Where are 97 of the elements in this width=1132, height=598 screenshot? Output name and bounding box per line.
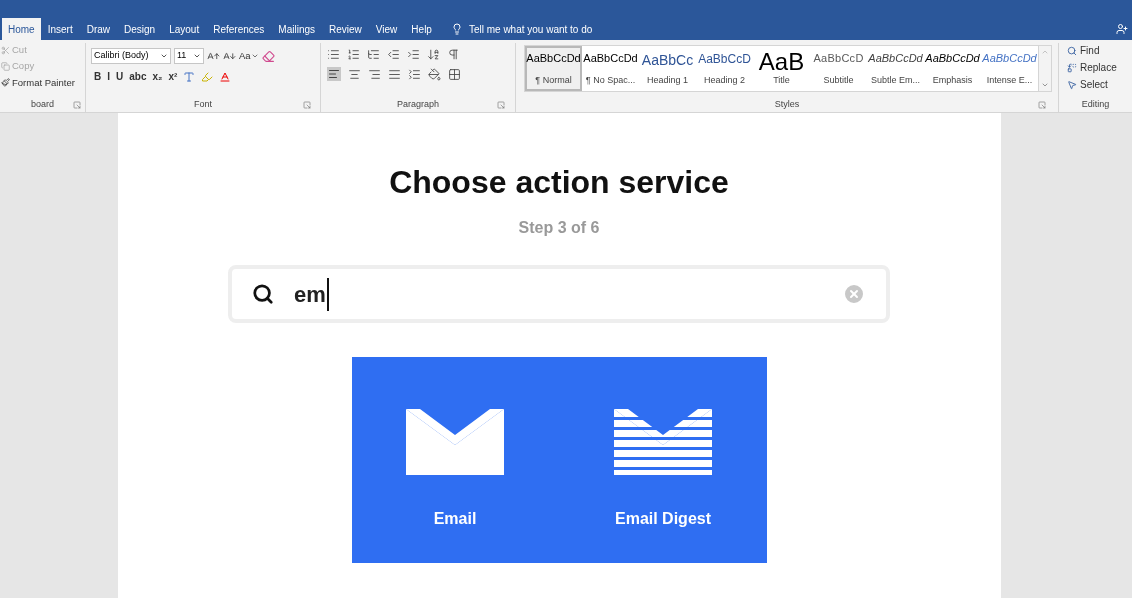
bullets-icon[interactable]: [327, 48, 340, 61]
editing-button[interactable]: Replace: [1067, 60, 1124, 75]
clipboard-icon: [1, 45, 10, 55]
multilevel-list-icon[interactable]: [367, 48, 380, 61]
ribbon-tab[interactable]: Design: [117, 18, 163, 40]
style-name: Heading 1: [646, 73, 688, 87]
style-sample: AaBbCcDd: [583, 51, 638, 66]
gallery-scrollbar[interactable]: [1038, 46, 1051, 91]
style-sample: AaBbCcD: [698, 51, 751, 68]
style-gallery-item[interactable]: AaBbCcDd Subtle Em...: [867, 46, 924, 91]
clipboard-icon: [1, 78, 10, 88]
format-button[interactable]: I: [107, 69, 110, 84]
style-gallery-item[interactable]: AaBbCcDd ¶ Normal: [525, 46, 582, 91]
striped-envelope-icon: [614, 409, 712, 475]
caret-icon: [250, 52, 259, 60]
service-tile[interactable]: Email Digest: [614, 409, 712, 531]
style-name: Subtitle: [823, 73, 854, 87]
style-gallery-item[interactable]: AaBbCcD Subtitle: [810, 46, 867, 91]
clipboard-icon: [1, 61, 10, 71]
style-sample: AaBbCcDd: [526, 51, 581, 66]
justify-icon[interactable]: [388, 67, 401, 81]
caret-icon: [193, 52, 201, 60]
envelope-icon: [406, 409, 504, 475]
search-icon: [252, 283, 274, 305]
style-sample: AaB: [758, 50, 805, 74]
style-sample: AaBbCc: [641, 51, 694, 70]
format-button[interactable]: B: [94, 69, 102, 84]
style-name: Emphasis: [932, 73, 973, 87]
caret-icon: [160, 52, 168, 60]
borders-icon[interactable]: [448, 67, 461, 81]
ribbon-tab[interactable]: Draw: [79, 18, 118, 40]
style-name: Intense E...: [986, 73, 1033, 87]
change-case-button[interactable]: Aa: [239, 48, 259, 64]
format-button[interactable]: x²: [168, 69, 178, 84]
shading-icon[interactable]: [428, 67, 441, 81]
service-tile[interactable]: Email: [406, 409, 504, 531]
align-center-icon[interactable]: [348, 67, 361, 81]
font-family-dropdown[interactable]: Calibri (Body): [91, 48, 171, 64]
lightbulb-icon: [450, 23, 463, 35]
replace-icon: [1067, 62, 1077, 73]
numbering-icon[interactable]: [347, 48, 360, 61]
ribbon-tab[interactable]: Review: [322, 18, 369, 40]
style-name: ¶ Normal: [535, 73, 572, 87]
clipboard-button[interactable]: Format Painter: [1, 75, 85, 90]
font-color-icon[interactable]: [219, 70, 232, 83]
group-label: Paragraph: [397, 98, 439, 112]
style-gallery-item[interactable]: AaB Title: [753, 46, 810, 91]
ribbon-tab[interactable]: View: [368, 18, 405, 40]
group-label: Editing: [1081, 98, 1110, 112]
step-indicator: Step 3 of 6: [518, 218, 600, 238]
decrease-indent-icon[interactable]: [387, 48, 400, 61]
service-name: Email Digest: [615, 509, 711, 529]
group-label: Styles: [774, 98, 800, 112]
group-label: Font: [194, 98, 212, 112]
style-gallery-item[interactable]: AaBbCcDd ¶ No Spac...: [582, 46, 639, 91]
editing-button[interactable]: Find: [1067, 43, 1124, 58]
format-button[interactable]: abc: [129, 69, 147, 84]
align-left-button[interactable]: [327, 67, 341, 81]
ribbon-tab[interactable]: Help: [404, 18, 439, 40]
ribbon-tab[interactable]: Layout: [162, 18, 207, 40]
format-button[interactable]: x₂: [152, 69, 163, 84]
sort-icon[interactable]: [427, 48, 440, 61]
style-name: Heading 2: [703, 73, 745, 87]
line-spacing-icon[interactable]: [408, 67, 421, 81]
style-sample: AaBbCcDd: [868, 51, 923, 66]
editing-button[interactable]: Select: [1067, 77, 1124, 92]
ribbon-tab[interactable]: Insert: [40, 18, 80, 40]
service-name: Email: [433, 509, 477, 529]
share-icon[interactable]: [1116, 23, 1128, 35]
font-size-dropdown[interactable]: 11: [174, 48, 204, 64]
tell-me-field[interactable]: Tell me what you want to do: [468, 21, 593, 37]
align-right-icon[interactable]: [368, 67, 381, 81]
ribbon-tab[interactable]: Home: [2, 18, 41, 40]
style-name: Subtle Em...: [871, 73, 920, 87]
page-heading: Choose action service: [389, 163, 729, 202]
clear-formatting-icon[interactable]: [261, 49, 275, 63]
style-gallery-item[interactable]: AaBbCcD Heading 2: [696, 46, 753, 91]
style-gallery-item[interactable]: AaBbCcDd Intense E...: [981, 46, 1038, 91]
scroll-down-icon[interactable]: [1041, 81, 1049, 89]
ribbon-tab[interactable]: References: [206, 18, 272, 40]
style-gallery-item[interactable]: AaBbCc Heading 1: [639, 46, 696, 91]
style-gallery-item[interactable]: AaBbCcDd Emphasis: [924, 46, 981, 91]
increase-indent-icon[interactable]: [407, 48, 420, 61]
style-name: ¶ No Spac...: [585, 73, 636, 87]
pilcrow-icon[interactable]: [447, 48, 460, 61]
style-sample: AaBbCcDd: [925, 51, 980, 66]
pointer-icon: [1067, 79, 1077, 90]
style-sample: AaBbCcDd: [982, 51, 1037, 66]
format-button[interactable]: U: [116, 69, 124, 84]
text-effects-icon[interactable]: [183, 70, 196, 83]
ribbon-tab[interactable]: Mailings: [271, 18, 323, 40]
group-label: board: [31, 98, 54, 112]
search-input[interactable]: em: [294, 277, 329, 311]
search-icon: [1067, 45, 1077, 56]
search-field[interactable]: em: [228, 265, 890, 323]
style-name: Title: [773, 74, 790, 87]
style-sample: AaBbCcD: [813, 51, 864, 66]
